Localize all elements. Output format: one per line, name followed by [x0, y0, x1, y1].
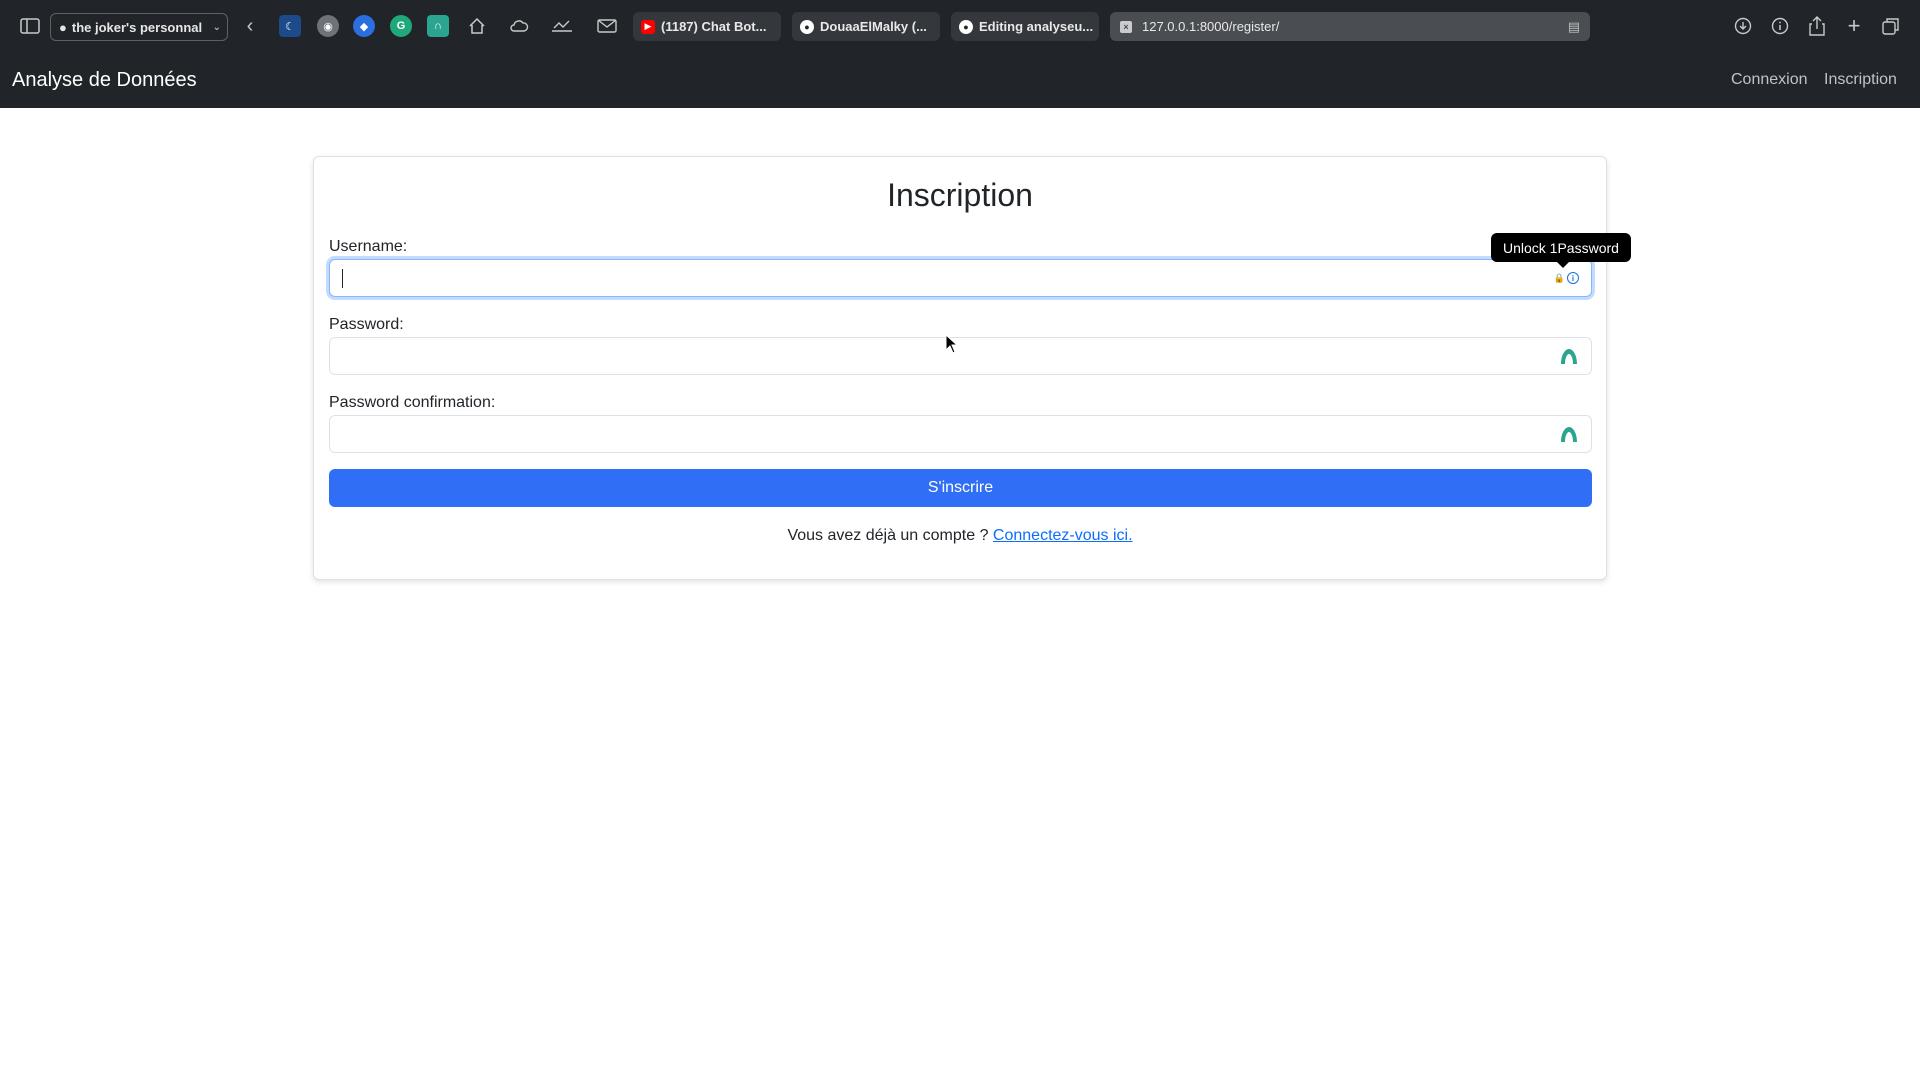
password-confirm-input[interactable] — [329, 415, 1592, 453]
app-navbar: Analyse de Données Connexion Inscription — [0, 52, 1920, 108]
password-input[interactable] — [329, 337, 1592, 375]
privacy-extension-icon[interactable]: ◉ — [317, 15, 339, 37]
login-link[interactable]: Connectez-vous ici. — [993, 527, 1133, 544]
download-icon[interactable] — [1732, 15, 1754, 37]
profile-switcher[interactable]: ● the joker's personnal ⌄ — [50, 13, 228, 41]
github-icon: ● — [959, 19, 973, 34]
grammarly-icon[interactable]: G — [390, 15, 412, 37]
shield-extension-icon[interactable]: ◆ — [353, 15, 375, 37]
browser-toolbar: ● the joker's personnal ⌄ ‹ ☾ ◉ ◆ G ∩ ▶ … — [0, 0, 1920, 52]
tab-github-profile[interactable]: ● DouaaElMalky (... — [792, 12, 940, 41]
tab-title: (1187) Chat Bot... — [661, 19, 767, 34]
extension-icon[interactable]: ∩ — [427, 15, 449, 37]
github-icon: ● — [800, 19, 814, 34]
username-label: Username: — [329, 238, 408, 255]
navbar-brand[interactable]: Analyse de Données — [12, 69, 197, 92]
reader-icon[interactable]: ▤ — [1568, 19, 1580, 35]
sidebar-icon[interactable] — [19, 15, 41, 37]
password-manager-indicator[interactable]: 🔒 i — [1554, 272, 1579, 284]
tab-editing[interactable]: ● Editing analyseu... — [951, 12, 1099, 41]
page-title: Inscription — [887, 177, 1033, 213]
mail-icon[interactable] — [596, 15, 618, 37]
login-prompt: Vous avez déjà un compte ? Connectez-vou… — [314, 527, 1606, 545]
lock-icon: 🔒 — [1553, 272, 1566, 283]
login-prompt-text: Vous avez déjà un compte ? — [787, 527, 989, 544]
profile-label: the joker's personnal — [71, 19, 203, 35]
url-text: 127.0.0.1:8000/register/ — [1142, 19, 1280, 34]
1password-icon: i — [1567, 272, 1579, 284]
share-icon[interactable] — [1806, 15, 1828, 37]
person-icon: ● — [59, 19, 67, 35]
nav-link-inscription[interactable]: Inscription — [1824, 71, 1897, 89]
unlock-1password-tooltip: Unlock 1Password — [1491, 233, 1631, 268]
tab-title: DouaaElMalky (... — [820, 19, 927, 34]
chevron-down-icon: ⌄ — [212, 21, 221, 33]
address-bar[interactable]: × 127.0.0.1:8000/register/ ▤ — [1110, 12, 1590, 41]
home-icon[interactable] — [466, 15, 488, 37]
moon-extension-icon[interactable]: ☾ — [279, 15, 301, 37]
mouse-cursor-icon — [945, 334, 959, 354]
password-manager-icon[interactable] — [1559, 425, 1579, 443]
username-input[interactable]: 🔒 i — [329, 259, 1592, 297]
text-caret — [342, 269, 343, 288]
info-icon[interactable] — [1769, 15, 1791, 37]
youtube-icon: ▶ — [641, 19, 655, 34]
register-button[interactable]: S'inscrire — [329, 469, 1592, 507]
password-label: Password: — [329, 316, 404, 333]
cloud-icon[interactable] — [508, 15, 530, 37]
signature-icon[interactable] — [551, 15, 573, 37]
site-icon: × — [1120, 20, 1132, 33]
tab-chat-bot[interactable]: ▶ (1187) Chat Bot... — [633, 12, 781, 41]
new-tab-icon[interactable]: + — [1843, 13, 1865, 38]
registration-card: Inscription Username: 🔒 i Password: Pass… — [313, 156, 1607, 580]
back-icon[interactable]: ‹ — [239, 15, 261, 37]
nav-link-connexion[interactable]: Connexion — [1731, 71, 1808, 89]
tab-title: Editing analyseu... — [979, 19, 1094, 34]
password-manager-icon[interactable] — [1559, 347, 1579, 365]
tab-overview-icon[interactable] — [1880, 15, 1902, 37]
password-confirm-label: Password confirmation: — [329, 394, 496, 411]
